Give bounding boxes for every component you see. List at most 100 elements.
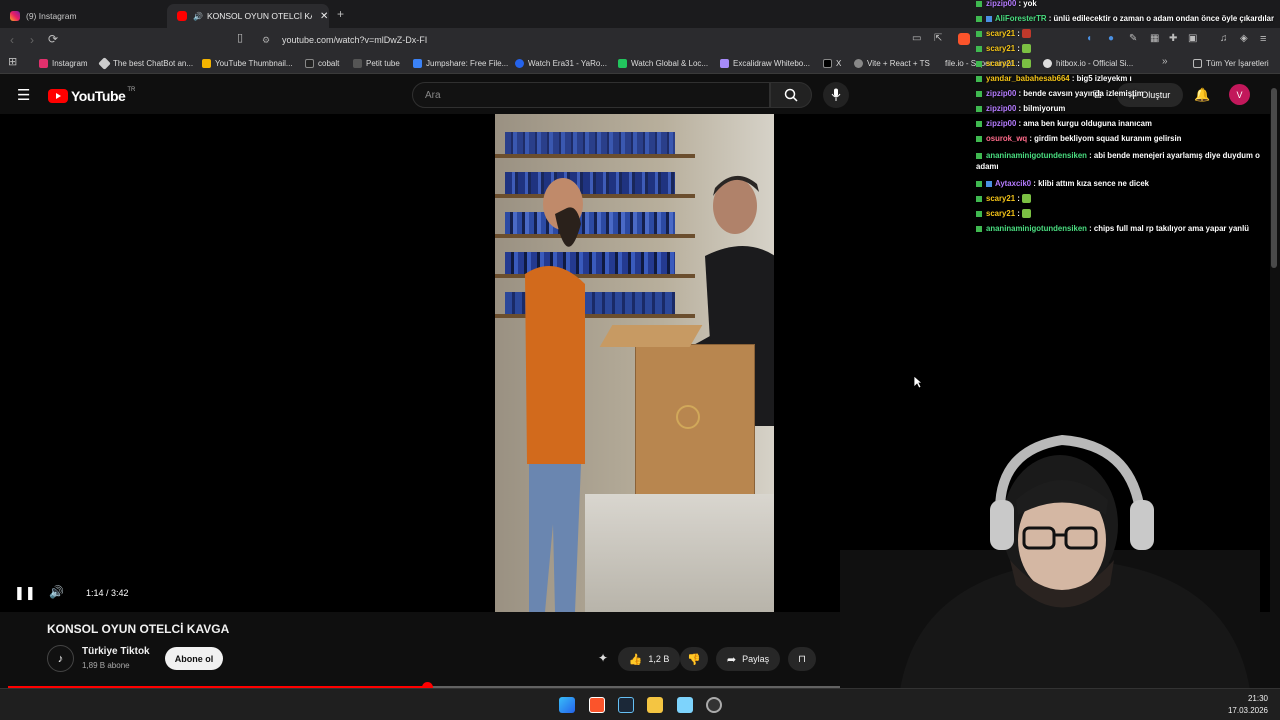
new-tab-icon[interactable]: + <box>337 8 344 20</box>
search-button[interactable] <box>770 82 812 108</box>
channel-avatar[interactable]: ♪ <box>47 645 74 672</box>
youtube-play-logo-icon <box>48 89 68 103</box>
forward-icon[interactable]: › <box>30 34 34 46</box>
chat-badge-icon <box>976 210 982 217</box>
bookmark-label: Vite + React + TS <box>867 58 930 68</box>
bookmark-item[interactable]: X <box>823 56 841 70</box>
chat-username: scary21 <box>986 29 1016 38</box>
steam-icon[interactable] <box>618 697 634 713</box>
chat-badge-icon <box>976 180 982 187</box>
bookmark-label: Petit tube <box>366 58 400 68</box>
youtube-logo[interactable]: YouTube TR <box>48 87 135 104</box>
reload-icon[interactable]: ⟳ <box>48 33 58 45</box>
bookmark-item[interactable]: Watch Global & Loc... <box>618 56 708 70</box>
bookmark-item[interactable]: Vite + React + TS <box>854 56 930 70</box>
chat-text: klibi attım kıza sence ne dicek <box>1038 179 1150 188</box>
url-field[interactable]: ⚙ youtube.com/watch?v=mlDwZ-Dx-FI <box>254 30 894 50</box>
streamer-webcam <box>840 430 1260 690</box>
url-text: youtube.com/watch?v=mlDwZ-Dx-FI <box>282 35 428 45</box>
dislike-button[interactable]: 👎 <box>680 647 708 671</box>
voice-search-button[interactable] <box>823 82 849 108</box>
bookmark-item[interactable]: cobalt <box>305 56 339 70</box>
back-icon[interactable]: ‹ <box>10 34 14 46</box>
chat-emote-icon <box>1022 209 1031 219</box>
search-icon <box>784 88 798 102</box>
windows-start-icon[interactable] <box>559 697 575 713</box>
youtube-favicon-icon <box>177 11 187 21</box>
bookmark-item[interactable]: Watch Era31 - YaRo... <box>515 56 607 70</box>
chat-badge-icon <box>976 225 982 232</box>
chat-badge-icon <box>986 180 992 187</box>
time-display: 1:14 / 3:42 <box>86 588 129 598</box>
file-explorer-icon[interactable] <box>647 697 663 713</box>
chat-username: scary21 <box>986 209 1016 218</box>
tab-instagram[interactable]: (9) Instagram <box>0 4 168 28</box>
obs-icon[interactable] <box>706 697 722 713</box>
chat-username: AliForesterTR <box>995 14 1047 23</box>
subscribe-button[interactable]: Abone ol <box>165 647 223 670</box>
bookmark-page-icon[interactable]: ▯ <box>237 33 243 44</box>
streamer-figure <box>840 434 1260 690</box>
thumbnail-icon <box>202 58 211 68</box>
chat-message: AliForesterTR : ünlü edilecektir o zaman… <box>976 11 1276 26</box>
hamburger-menu-icon[interactable]: ☰ <box>17 88 30 103</box>
bookmark-item[interactable]: Instagram <box>39 56 88 70</box>
bookmark-label: Jumpshare: Free File... <box>426 58 509 68</box>
petit-tube-icon <box>353 58 362 68</box>
instagram-icon <box>39 58 48 68</box>
share-button[interactable]: ➦ Paylaş <box>716 647 780 671</box>
like-button[interactable]: 👍 1,2 B <box>618 647 680 671</box>
brave-browser-icon[interactable] <box>589 697 605 713</box>
global-icon <box>618 58 627 68</box>
bookmark-label: Watch Global & Loc... <box>631 58 709 68</box>
mouse-cursor-icon <box>913 375 923 389</box>
pause-icon[interactable]: ❚❚ <box>14 585 36 601</box>
chat-text: ünlü edilecektir o zaman o adam ondan ön… <box>1053 14 1275 23</box>
chat-message: zipzip00 : bilmiyorum <box>976 101 1276 116</box>
bookmark-item[interactable]: Petit tube <box>353 56 400 70</box>
chat-message: yandar_babahesab664 : big5 izleyekm ı <box>976 71 1276 86</box>
chat-username: scary21 <box>986 59 1016 68</box>
microphone-icon <box>831 88 841 101</box>
thumbs-down-icon: 👎 <box>687 653 701 666</box>
search-input[interactable]: Ara <box>412 82 770 108</box>
chat-text: big5 izleyekm ı <box>1076 74 1132 83</box>
chat-text: girdim bekliyom squad kuranım gelirsin <box>1034 134 1182 143</box>
tab-label: (9) Instagram <box>26 11 77 21</box>
bookmark-item[interactable]: YouTube Thumbnail... <box>202 56 293 70</box>
chat-badge-icon <box>976 90 982 97</box>
volume-icon[interactable]: 🔊 <box>49 585 64 599</box>
channel-name[interactable]: Türkiye Tiktok <box>82 646 150 657</box>
globe-icon <box>854 58 863 68</box>
cast-icon[interactable]: ▭ <box>912 34 921 44</box>
photos-icon[interactable] <box>677 697 693 713</box>
apps-grid-icon[interactable]: ⊞ <box>8 57 17 68</box>
bookmark-item[interactable]: Jumpshare: Free File... <box>413 56 508 70</box>
tab-youtube-video[interactable]: 🔊 KONSOL OYUN OTELCİ KAVGA ✕ <box>167 4 329 28</box>
speaker-icon: 🔊 <box>193 11 203 21</box>
share-icon[interactable]: ⇱ <box>934 34 942 44</box>
close-tab-icon[interactable]: ✕ <box>320 11 328 22</box>
share-label: Paylaş <box>742 654 770 664</box>
man-left-figure <box>525 178 585 612</box>
clock-time: 21:30 <box>1247 694 1268 703</box>
chat-username: yandar_babahesab664 <box>986 74 1070 83</box>
bookmark-label: The best ChatBot an... <box>113 58 194 68</box>
stream-chat-overlay: zipzip00 : yok AliForesterTR : ünlü edil… <box>976 0 1276 236</box>
ai-sparkle-icon[interactable]: ✦ <box>598 652 608 664</box>
thumbs-up-icon: 👍 <box>628 653 643 666</box>
game-boxes <box>505 132 675 154</box>
chat-message: zipzip00 : bende cavsın yayında izlemişt… <box>976 86 1276 101</box>
chat-badge-icon <box>976 135 982 142</box>
bookmark-item[interactable]: The best ChatBot an... <box>98 56 194 70</box>
save-button[interactable]: ⊓ <box>788 647 816 671</box>
bookmark-item[interactable]: Excalidraw Whitebo... <box>720 56 810 70</box>
chat-badge-icon <box>976 152 982 159</box>
system-clock[interactable]: 21:30 17.03.2026 <box>1228 693 1268 717</box>
chat-badge-icon <box>976 30 982 37</box>
brave-shield-icon[interactable] <box>958 33 970 45</box>
site-info-icon[interactable]: ⚙ <box>262 35 270 46</box>
chat-username: osurok_wq <box>986 134 1028 143</box>
channel-subscriber-count: 1,89 B abone <box>82 661 130 670</box>
chat-badge-icon <box>976 195 982 202</box>
